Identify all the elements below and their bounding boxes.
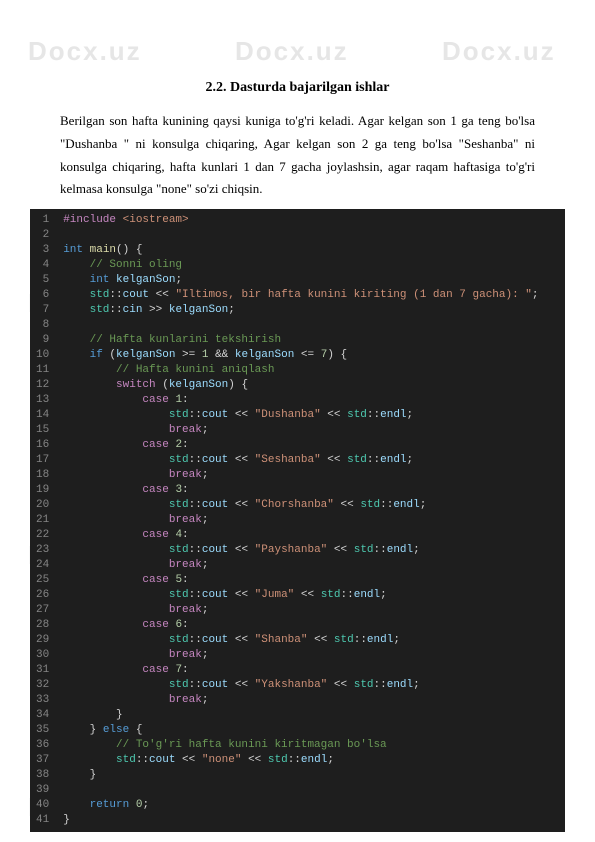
code-line: if (kelganSon >= 1 && kelganSon <= 7) { (63, 348, 555, 363)
line-number: 3 (36, 243, 49, 258)
code-line: // To'g'ri hafta kunini kiritmagan bo'ls… (63, 738, 555, 753)
code-line: break; (63, 693, 555, 708)
code-line: std::cout << "Dushanba" << std::endl; (63, 408, 555, 423)
line-number: 4 (36, 258, 49, 273)
code-line: std::cout << "Iltimos, bir hafta kunini … (63, 288, 555, 303)
code-line: std::cout << "Juma" << std::endl; (63, 588, 555, 603)
line-number: 40 (36, 798, 49, 813)
code-line: case 4: (63, 528, 555, 543)
line-number: 18 (36, 468, 49, 483)
line-number: 28 (36, 618, 49, 633)
code-line: case 7: (63, 663, 555, 678)
code-line: break; (63, 423, 555, 438)
document-content: 2.2. Dasturda bajarilgan ishlar Berilgan… (0, 0, 595, 201)
line-number: 29 (36, 633, 49, 648)
section-title: 2.2. Dasturda bajarilgan ishlar (60, 80, 535, 96)
line-number: 37 (36, 753, 49, 768)
code-line: std::cin >> kelganSon; (63, 303, 555, 318)
code-line: break; (63, 603, 555, 618)
code-line: } (63, 708, 555, 723)
line-number: 32 (36, 678, 49, 693)
line-number: 30 (36, 648, 49, 663)
line-number: 10 (36, 348, 49, 363)
line-number: 35 (36, 723, 49, 738)
code-line: std::cout << "Payshanba" << std::endl; (63, 543, 555, 558)
line-number: 22 (36, 528, 49, 543)
line-number: 12 (36, 378, 49, 393)
line-number: 16 (36, 438, 49, 453)
line-number: 9 (36, 333, 49, 348)
line-number: 7 (36, 303, 49, 318)
code-line: std::cout << "Yakshanba" << std::endl; (63, 678, 555, 693)
line-number: 17 (36, 453, 49, 468)
line-number: 25 (36, 573, 49, 588)
code-line: } else { (63, 723, 555, 738)
line-number: 13 (36, 393, 49, 408)
code-line: #include <iostream> (63, 213, 555, 228)
line-number: 36 (36, 738, 49, 753)
code-line: case 5: (63, 573, 555, 588)
line-number: 15 (36, 423, 49, 438)
line-number: 21 (36, 513, 49, 528)
line-number: 6 (36, 288, 49, 303)
code-line: // Sonni oling (63, 258, 555, 273)
code-line: break; (63, 558, 555, 573)
code-line: switch (kelganSon) { (63, 378, 555, 393)
code-line: std::cout << "none" << std::endl; (63, 753, 555, 768)
code-line: } (63, 813, 555, 828)
code-line: std::cout << "Chorshanba" << std::endl; (63, 498, 555, 513)
code-line: break; (63, 648, 555, 663)
code-line: // Hafta kunlarini tekshirish (63, 333, 555, 348)
line-number: 20 (36, 498, 49, 513)
code-line: case 2: (63, 438, 555, 453)
line-number: 5 (36, 273, 49, 288)
line-number: 11 (36, 363, 49, 378)
line-number: 2 (36, 228, 49, 243)
code-gutter: 1234567891011121314151617181920212223242… (30, 209, 59, 832)
line-number: 34 (36, 708, 49, 723)
line-number: 26 (36, 588, 49, 603)
line-number: 38 (36, 768, 49, 783)
code-line: case 1: (63, 393, 555, 408)
code-line: std::cout << "Seshanba" << std::endl; (63, 453, 555, 468)
code-line (63, 783, 555, 798)
code-line: case 3: (63, 483, 555, 498)
code-line: int main() { (63, 243, 555, 258)
code-line: std::cout << "Shanba" << std::endl; (63, 633, 555, 648)
line-number: 8 (36, 318, 49, 333)
line-number: 31 (36, 663, 49, 678)
body-paragraph: Berilgan son hafta kunining qaysi kuniga… (60, 110, 535, 201)
line-number: 19 (36, 483, 49, 498)
code-block: 1234567891011121314151617181920212223242… (30, 209, 565, 832)
code-lines: #include <iostream> int main() { // Sonni… (59, 209, 565, 832)
code-line: case 6: (63, 618, 555, 633)
code-line: // Hafta kunini aniqlash (63, 363, 555, 378)
code-line: int kelganSon; (63, 273, 555, 288)
line-number: 39 (36, 783, 49, 798)
line-number: 1 (36, 213, 49, 228)
code-line (63, 318, 555, 333)
code-line: break; (63, 468, 555, 483)
line-number: 14 (36, 408, 49, 423)
line-number: 41 (36, 813, 49, 828)
line-number: 24 (36, 558, 49, 573)
code-line: return 0; (63, 798, 555, 813)
line-number: 23 (36, 543, 49, 558)
line-number: 27 (36, 603, 49, 618)
code-line: break; (63, 513, 555, 528)
code-line (63, 228, 555, 243)
line-number: 33 (36, 693, 49, 708)
code-line: } (63, 768, 555, 783)
